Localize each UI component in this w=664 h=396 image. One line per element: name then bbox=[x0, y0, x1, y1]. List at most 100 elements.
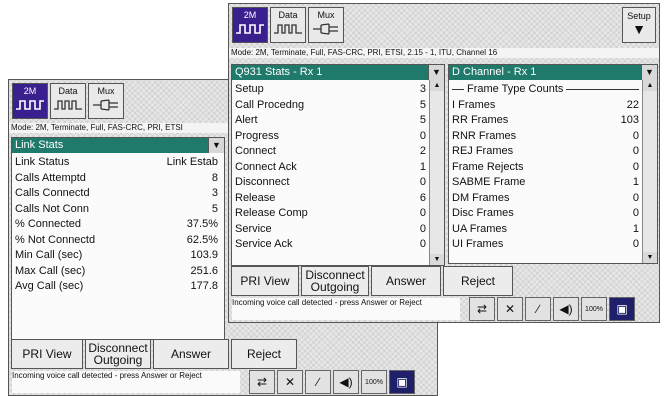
row-label: Setup bbox=[235, 83, 264, 95]
list-item: Calls Not Conn 5 bbox=[15, 202, 218, 218]
row-value: 0 bbox=[419, 176, 426, 188]
row-label: Service bbox=[235, 222, 272, 235]
right-mode-data-button[interactable]: Data bbox=[270, 7, 306, 43]
mode-label: 2M bbox=[243, 10, 257, 20]
pri-view-button[interactable]: PRI View bbox=[231, 266, 299, 296]
swap-arrows-icon[interactable]: ⇄ bbox=[249, 370, 275, 394]
data-wave-icon bbox=[274, 24, 302, 34]
dropdown-arrow-icon[interactable]: ▼ bbox=[641, 65, 657, 80]
row-value: 1 bbox=[632, 222, 639, 235]
speaker-icon[interactable]: ◀) bbox=[333, 370, 359, 394]
right-mode-line: Mode: 2M, Terminate, Full, FAS-CRC, PRI,… bbox=[229, 48, 659, 58]
list-item: Link Status Link Estab bbox=[15, 155, 218, 171]
list-item: UI Frames 0 bbox=[452, 237, 639, 253]
tools-icon[interactable]: ✕ bbox=[277, 370, 303, 394]
screen-icon[interactable]: ▣ bbox=[389, 370, 415, 394]
list-item: Disconnect 0 bbox=[235, 175, 426, 191]
row-value: 5 bbox=[419, 114, 426, 126]
pulse-wave-icon bbox=[16, 100, 44, 110]
scroll-up-icon[interactable]: ▲ bbox=[643, 80, 657, 91]
right-window: 2M Data Mux Setup ▼ Mode: 2M, Terminate,… bbox=[228, 3, 660, 323]
probe-icon[interactable]: ∕ bbox=[525, 297, 551, 321]
row-label: Connect Ack bbox=[235, 160, 297, 173]
reject-button[interactable]: Reject bbox=[231, 339, 297, 369]
dropdown-arrow-icon[interactable]: ▼ bbox=[208, 138, 224, 153]
row-label: Calls Not Conn bbox=[15, 202, 89, 215]
list-item: Calls Attemptd 8 bbox=[15, 171, 218, 187]
link-stats-title[interactable]: Link Stats bbox=[12, 138, 208, 153]
left-mode-2m-button[interactable]: 2M bbox=[12, 83, 48, 119]
row-label: % Connected bbox=[15, 218, 82, 230]
pulse-wave-icon bbox=[236, 24, 264, 34]
row-label: I Frames bbox=[452, 98, 496, 111]
row-label: UI Frames bbox=[452, 238, 504, 250]
row-value: 3 bbox=[419, 83, 426, 95]
setup-button[interactable]: Setup ▼ bbox=[622, 7, 656, 43]
row-label: Calls Connectd bbox=[15, 187, 90, 199]
list-item: Disc Frames 0 bbox=[452, 206, 639, 222]
row-value: 62.5% bbox=[186, 233, 218, 246]
row-label: Link Status bbox=[15, 156, 70, 168]
row-value: 0 bbox=[419, 222, 426, 235]
row-value: 103.9 bbox=[190, 249, 218, 261]
disconnect-outgoing-button[interactable]: Disconnect Outgoing bbox=[85, 339, 151, 369]
row-label: Release bbox=[235, 191, 276, 204]
speaker-icon[interactable]: ◀) bbox=[553, 297, 579, 321]
row-label: RR Frames bbox=[452, 114, 509, 126]
scroll-up-icon[interactable]: ▲ bbox=[430, 80, 444, 91]
list-item: RNR Frames 0 bbox=[452, 129, 639, 145]
list-item: Avg Call (sec) 177.8 bbox=[15, 279, 218, 295]
mux-icon bbox=[313, 23, 338, 35]
row-value: Link Estab bbox=[166, 156, 218, 168]
answer-button[interactable]: Answer bbox=[153, 339, 229, 369]
mode-label: 2M bbox=[23, 86, 37, 96]
mode-label: Mux bbox=[317, 10, 335, 20]
row-label: % Not Connectd bbox=[15, 233, 96, 246]
pri-view-button[interactable]: PRI View bbox=[11, 339, 83, 369]
battery-label: 100% bbox=[585, 305, 603, 313]
mode-label: Data bbox=[278, 10, 298, 20]
row-value: 37.5% bbox=[186, 218, 218, 230]
list-item: UA Frames 1 bbox=[452, 222, 639, 238]
answer-button[interactable]: Answer bbox=[371, 266, 441, 296]
row-value: 0 bbox=[632, 160, 639, 173]
swap-arrows-icon[interactable]: ⇄ bbox=[469, 297, 495, 321]
right-mode-mux-button[interactable]: Mux bbox=[308, 7, 344, 43]
row-value: 0 bbox=[632, 129, 639, 142]
row-label: Release Comp bbox=[235, 207, 308, 219]
battery-label: 100% bbox=[365, 378, 383, 386]
row-label: Avg Call (sec) bbox=[15, 280, 84, 292]
row-value: 5 bbox=[211, 202, 218, 215]
list-item: Calls Connectd 3 bbox=[15, 186, 218, 202]
row-label: Service Ack bbox=[235, 238, 293, 250]
list-item: Alert 5 bbox=[235, 113, 426, 129]
row-value: 0 bbox=[419, 238, 426, 250]
scroll-down-icon[interactable]: ▼ bbox=[430, 254, 444, 265]
row-value: 0 bbox=[632, 207, 639, 219]
link-stats-panel: Link Stats ▼ Link Status Link Estab Calls… bbox=[11, 137, 225, 340]
disconnect-outgoing-button[interactable]: Disconnect Outgoing bbox=[301, 266, 369, 296]
q931-stats-title[interactable]: Q931 Stats - Rx 1 bbox=[232, 65, 428, 80]
scroll-down-icon[interactable]: ▼ bbox=[643, 252, 657, 263]
q931-scrollbar[interactable]: ▲ ▼ bbox=[429, 80, 444, 265]
triangle-down-icon: ▼ bbox=[632, 21, 646, 37]
tools-icon[interactable]: ✕ bbox=[497, 297, 523, 321]
d-channel-list: Frame Type Counts I Frames 22 RR Frames 10… bbox=[452, 82, 639, 253]
list-item: Setup 3 bbox=[235, 82, 426, 98]
d-channel-title[interactable]: D Channel - Rx 1 bbox=[449, 65, 641, 80]
d-channel-scrollbar[interactable]: ▲ ▼ bbox=[642, 80, 657, 263]
row-value: 1 bbox=[632, 176, 639, 188]
list-item: Min Call (sec) 103.9 bbox=[15, 248, 218, 264]
d-channel-panel: D Channel - Rx 1 ▼ Frame Type Counts I F… bbox=[448, 64, 658, 264]
list-item: Connect 2 bbox=[235, 144, 426, 160]
left-mode-data-button[interactable]: Data bbox=[50, 83, 86, 119]
screen-icon[interactable]: ▣ bbox=[609, 297, 635, 321]
row-value: 5 bbox=[419, 98, 426, 111]
dropdown-arrow-icon[interactable]: ▼ bbox=[428, 65, 444, 80]
setup-label: Setup bbox=[627, 11, 651, 21]
left-mode-mux-button[interactable]: Mux bbox=[88, 83, 124, 119]
row-value: 2 bbox=[419, 145, 426, 157]
right-mode-2m-button[interactable]: 2M bbox=[232, 7, 268, 43]
reject-button[interactable]: Reject bbox=[443, 266, 513, 296]
probe-icon[interactable]: ∕ bbox=[305, 370, 331, 394]
